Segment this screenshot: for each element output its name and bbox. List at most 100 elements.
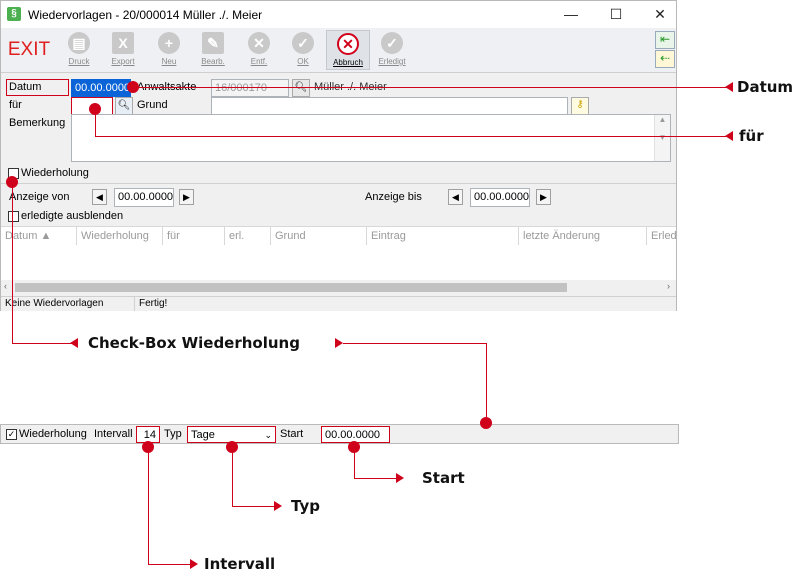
pencil-icon: ✎: [202, 32, 224, 54]
next-date-button[interactable]: ▶: [536, 189, 551, 205]
minimize-button[interactable]: —: [549, 1, 593, 28]
export-button[interactable]: X Export: [101, 30, 145, 70]
scrollbar-thumb[interactable]: [15, 283, 567, 292]
callout-arrow: [335, 338, 343, 348]
typ-label: Typ: [164, 428, 182, 440]
callout-line: [354, 447, 355, 478]
excel-icon: X: [112, 32, 134, 54]
callout-arrow: [190, 559, 198, 569]
status-right: Fertig!: [139, 298, 168, 309]
close-button[interactable]: ✕: [638, 1, 682, 28]
callout-line: [12, 343, 75, 344]
printer-icon: ▤: [68, 32, 90, 54]
wiederholung-label: Wiederholung: [21, 167, 89, 179]
print-label: Druck: [68, 57, 90, 66]
cancel-label: Abbruch: [333, 58, 363, 67]
edit-button[interactable]: ✎ Bearb.: [191, 30, 235, 70]
anzeige-bis-input[interactable]: 00.00.0000: [470, 188, 530, 207]
done-label: Erledigt: [378, 57, 406, 66]
edit-label: Bearb.: [201, 57, 225, 66]
application-window: § Wiedervorlagen - 20/000014 Müller ./. …: [0, 0, 677, 311]
check-icon: ✓: [292, 32, 314, 54]
callout-fuer: für: [739, 127, 764, 145]
callout-line: [232, 506, 274, 507]
erledigte-label: erledigte ausblenden: [21, 210, 124, 222]
column-header[interactable]: Grund: [271, 227, 367, 245]
callout-typ: Typ: [291, 497, 320, 515]
callout-line: [95, 136, 733, 137]
grund-input[interactable]: [211, 97, 568, 115]
arrow-left-icon[interactable]: ⇤: [655, 31, 675, 49]
chevron-down-icon: ⌄: [264, 430, 272, 440]
callout-line: [354, 478, 396, 479]
callout-line: [486, 343, 487, 423]
erledigte-checkbox[interactable]: [8, 211, 19, 222]
column-header[interactable]: Eintrag: [367, 227, 519, 245]
title-bar: § Wiedervorlagen - 20/000014 Müller ./. …: [1, 1, 676, 28]
callout-arrow: [70, 338, 78, 348]
arrow-left-yellow-icon[interactable]: ⇠: [655, 50, 675, 68]
callout-arrow: [725, 82, 733, 92]
callout-start: Start: [422, 469, 465, 487]
search-icon[interactable]: 🔍︎: [292, 79, 310, 97]
done-button[interactable]: ✓ Erledigt: [370, 30, 414, 70]
prev-date-button[interactable]: ◀: [92, 189, 107, 205]
new-label: Neu: [161, 57, 177, 66]
column-header[interactable]: für: [163, 227, 225, 245]
bemerkung-textarea[interactable]: ▲ ▼: [71, 114, 671, 162]
callout-line: [148, 447, 149, 564]
scroll-right-icon[interactable]: ›: [667, 281, 670, 291]
callout-line: [133, 87, 733, 88]
column-header[interactable]: letzte Änderung: [519, 227, 647, 245]
intervall-label: Intervall: [94, 428, 133, 440]
bemerkung-label: Bemerkung: [9, 117, 66, 129]
toolbar: EXIT ▤ Druck X Export + Neu ✎ Bearb. ✕ E…: [1, 28, 676, 73]
window-title: Wiedervorlagen - 20/000014 Müller ./. Me…: [28, 8, 263, 22]
ok-label: OK: [297, 57, 309, 66]
typ-selected-value: Tage: [191, 429, 215, 441]
cancel-icon: ✕: [337, 33, 359, 55]
wiederholung-label: Wiederholung: [19, 428, 87, 440]
column-header[interactable]: Erled: [647, 227, 677, 245]
callout-checkbox: Check-Box Wiederholung: [88, 334, 300, 352]
anzeige-von-label: Anzeige von: [9, 191, 70, 203]
cancel-button[interactable]: ✕ Abbruch: [326, 30, 370, 70]
anwaltsakte-input[interactable]: 16/000170: [211, 79, 289, 97]
callout-arrow: [396, 473, 404, 483]
divider: [134, 297, 135, 311]
status-left: Keine Wiedervorlagen: [5, 298, 104, 309]
wiederholung-checked-checkbox[interactable]: ✓: [6, 429, 17, 440]
horizontal-scrollbar[interactable]: ‹ ›: [1, 280, 676, 295]
callout-intervall: Intervall: [204, 555, 276, 573]
prev-date-button[interactable]: ◀: [448, 189, 463, 205]
exit-button[interactable]: EXIT: [3, 30, 55, 70]
key-icon[interactable]: ⚷: [571, 97, 589, 115]
grund-label: Grund: [137, 99, 168, 111]
callout-arrow: [725, 131, 733, 141]
app-icon: §: [7, 7, 21, 21]
delete-label: Entf.: [250, 57, 268, 66]
scrollbar[interactable]: ▲ ▼: [654, 115, 670, 161]
column-header[interactable]: Wiederholung: [77, 227, 163, 245]
anzeige-bis-label: Anzeige bis: [365, 191, 422, 203]
delete-button[interactable]: ✕ Entf.: [237, 30, 281, 70]
datum-label: Datum: [9, 81, 42, 93]
plus-icon: +: [158, 32, 180, 54]
scroll-left-icon[interactable]: ‹: [4, 281, 7, 291]
anzeige-von-input[interactable]: 00.00.0000: [114, 188, 174, 207]
new-button[interactable]: + Neu: [147, 30, 191, 70]
fuer-label: für: [9, 99, 22, 111]
maximize-button[interactable]: ☐: [594, 1, 638, 28]
callout-line: [95, 109, 96, 136]
check-icon: ✓: [381, 32, 403, 54]
next-date-button[interactable]: ▶: [179, 189, 194, 205]
callout-arrow: [274, 501, 282, 511]
column-header[interactable]: erl.: [225, 227, 271, 245]
callout-line: [343, 343, 486, 344]
datum-input[interactable]: 00.00.0000: [71, 79, 131, 97]
print-button[interactable]: ▤ Druck: [57, 30, 101, 70]
status-bar: Keine Wiedervorlagen Fertig!: [1, 296, 676, 311]
ok-button[interactable]: ✓ OK: [281, 30, 325, 70]
callout-dot-detailbar: [480, 417, 492, 429]
repeat-detail-bar: ✓ Wiederholung Intervall 14 Typ Tage ⌄ S…: [0, 424, 679, 444]
